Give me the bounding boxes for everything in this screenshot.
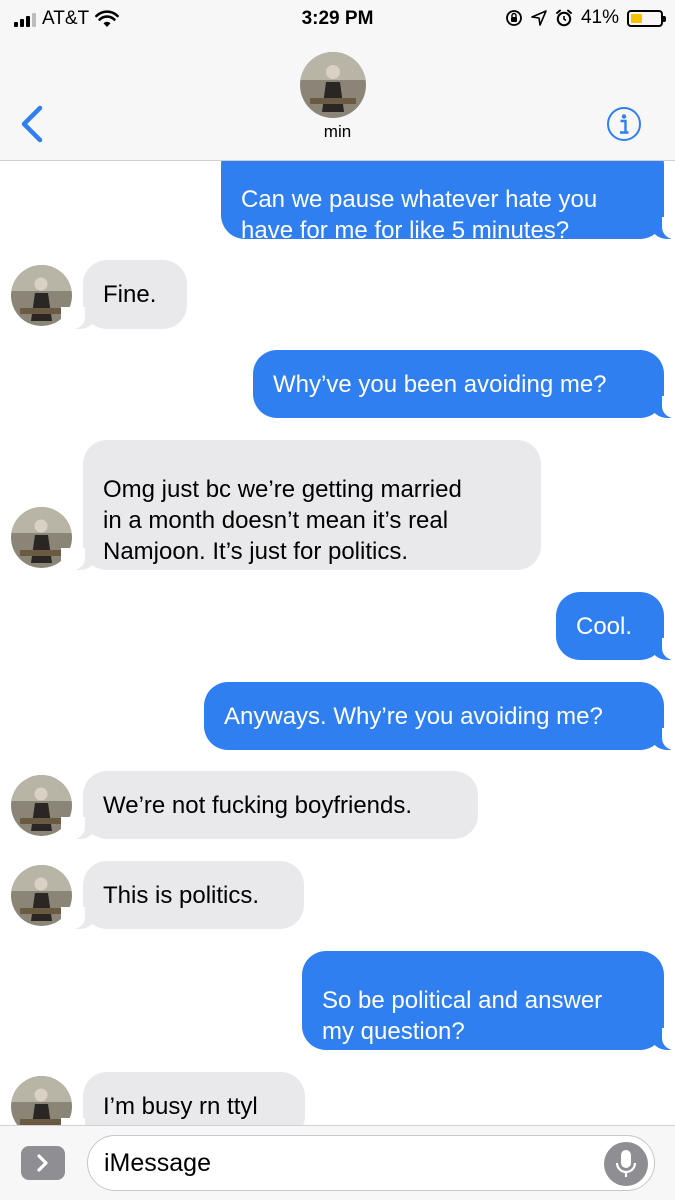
imessage-input[interactable] [87, 1135, 655, 1191]
status-bar: AT&T 3:29 PM 41% [0, 0, 675, 38]
messages-screen: AT&T 3:29 PM 41% min Can we pause whatev… [0, 0, 675, 1200]
sent-message-bubble[interactable]: So be political and answer my question? [302, 951, 675, 1050]
message-thread[interactable]: Can we pause whatever hate you have for m… [0, 161, 675, 1125]
received-message-bubble[interactable]: Omg just bc we’re getting married in a mo… [61, 440, 541, 570]
message-text: Cool. [576, 612, 633, 640]
composer-bar [0, 1125, 675, 1200]
battery-level-fill [631, 13, 642, 23]
message-text: This is politics. [103, 881, 260, 909]
sent-message-bubble[interactable]: Anyways. Why’re you avoiding me? [204, 682, 675, 750]
message-text: I’m busy rn ttyl [103, 1092, 258, 1120]
alarm-icon [555, 9, 572, 27]
received-message-bubble[interactable]: We’re not fucking boyfriends. [61, 771, 478, 839]
message-text: So be political and answer my question? [322, 987, 603, 1045]
conversation-header: min [0, 38, 675, 161]
message-text: Fine. [103, 281, 157, 308]
received-message-bubble[interactable]: I’m busy rn ttyl [61, 1072, 305, 1125]
message-text: Omg just bc we’re getting married in a mo… [103, 476, 462, 565]
message-text: We’re not fucking boyfriends. [103, 791, 413, 819]
chevron-right-icon [37, 1154, 48, 1172]
sent-message-bubble[interactable]: Why’ve you been avoiding me? [253, 350, 675, 418]
contact-avatar[interactable] [300, 52, 366, 118]
received-message-bubble[interactable]: Fine. [61, 260, 187, 329]
sent-message-bubble[interactable]: Can we pause whatever hate you have for m… [221, 161, 675, 244]
received-message-bubble[interactable]: This is politics. [61, 861, 304, 929]
sent-message-bubble[interactable]: Cool. [556, 592, 675, 660]
contact-name[interactable]: min [0, 122, 675, 142]
message-text: Why’ve you been avoiding me? [273, 370, 607, 398]
message-text: Can we pause whatever hate you have for m… [241, 185, 598, 244]
location-icon [531, 10, 547, 26]
battery-icon [627, 9, 666, 27]
status-right: 41% [505, 7, 666, 29]
app-drawer-button[interactable] [21, 1146, 65, 1180]
info-icon[interactable] [606, 106, 642, 142]
orientation-lock-icon [506, 10, 522, 26]
microphone-icon [615, 1150, 637, 1177]
battery-percent: 41% [580, 7, 619, 28]
message-text: Anyways. Why’re you avoiding me? [224, 702, 603, 730]
dictation-button[interactable] [604, 1142, 648, 1186]
